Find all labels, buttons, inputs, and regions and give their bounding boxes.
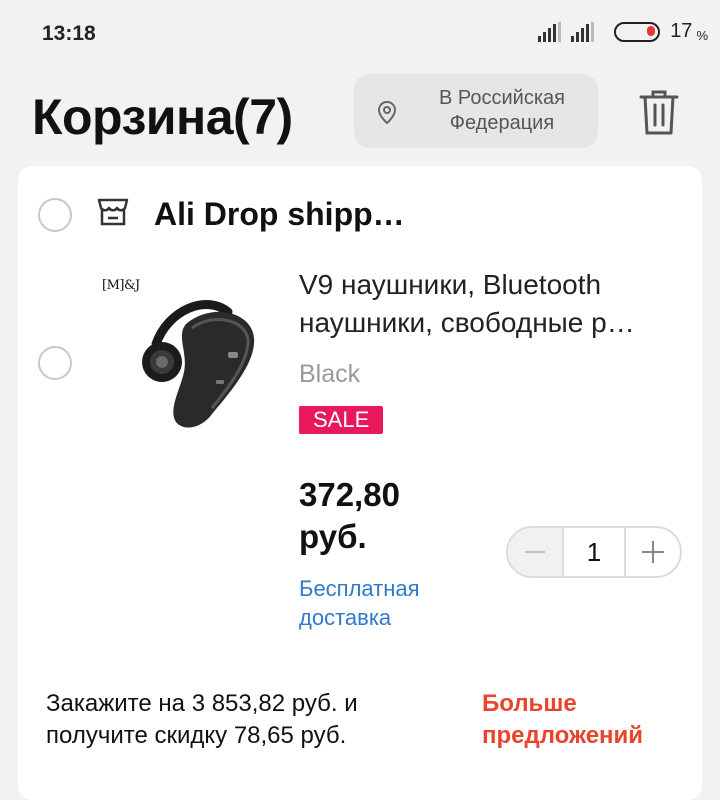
item-select-checkbox[interactable]: [38, 346, 72, 380]
signal-icon: [571, 21, 595, 42]
brand-mark: [M]&J: [102, 278, 140, 293]
location-label: В Российская Федерация: [439, 87, 565, 134]
product-image[interactable]: [M]&J: [102, 272, 292, 462]
headset-image: [142, 300, 255, 428]
status-time: 13:18: [42, 22, 96, 45]
signal-icon: [538, 21, 562, 42]
discount-promo-text: Закажите на 3 853,82 руб. и получите ски…: [46, 690, 358, 749]
battery-percent: 17: [670, 20, 693, 42]
cart-header: Корзина(7) В Российская Федерация: [0, 72, 720, 162]
plus-icon: [642, 541, 664, 563]
more-offers-link[interactable]: Больше предложений: [482, 688, 682, 752]
battery-percent-symbol: %: [696, 28, 708, 43]
quantity-stepper: 1: [506, 526, 682, 578]
store-select-checkbox[interactable]: [38, 198, 72, 232]
quantity-value[interactable]: 1: [562, 528, 626, 576]
sale-badge: SALE: [299, 406, 384, 434]
cart-store-card: Ali Drop shipp… [M]&J V9 наушники, Bluet…: [18, 166, 702, 800]
battery-icon: [614, 21, 661, 42]
trash-icon: [639, 90, 679, 135]
store-name[interactable]: Ali Drop shipp…: [154, 196, 405, 233]
status-bar: 13:18 17 %: [0, 0, 720, 70]
store-icon: [96, 194, 130, 233]
delete-button[interactable]: [636, 88, 682, 136]
shipping-info: Бесплатная доставка: [299, 576, 420, 630]
quantity-increase-button[interactable]: [626, 528, 680, 576]
quantity-decrease-button[interactable]: [508, 528, 562, 576]
product-price: 372,80 руб.: [299, 476, 400, 555]
status-icons: 17 %: [538, 20, 708, 43]
location-pin-icon: [376, 100, 398, 131]
product-variant[interactable]: Black: [299, 360, 360, 389]
product-title[interactable]: V9 наушники, Bluetooth наушники, свободн…: [299, 266, 689, 342]
store-row: Ali Drop shipp…: [18, 190, 702, 240]
page-title: Корзина(7): [32, 89, 293, 145]
location-selector[interactable]: В Российская Федерация: [354, 74, 598, 148]
minus-icon: [525, 551, 545, 553]
